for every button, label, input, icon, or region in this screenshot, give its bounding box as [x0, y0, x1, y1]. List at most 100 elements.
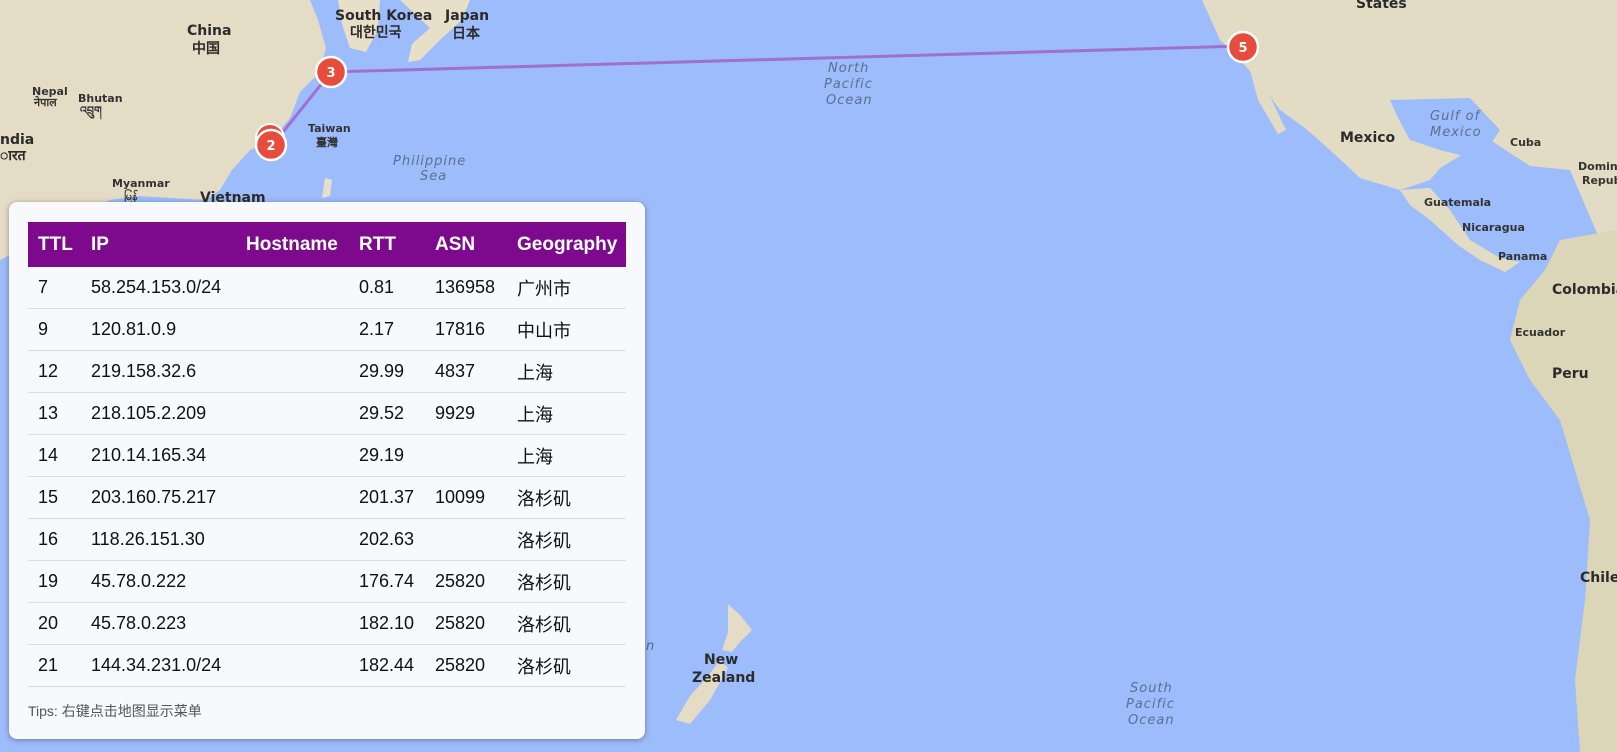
cell-asn: 4837 — [425, 350, 507, 393]
cell-rtt: 29.19 — [349, 434, 425, 477]
label-north-pacific-2: Pacific — [824, 77, 873, 92]
label-south-korea-en: South Korea — [335, 8, 432, 24]
table-row[interactable]: 13 218.105.2.209 29.52 9929 上海 — [28, 392, 626, 435]
land-south-america — [1510, 230, 1617, 752]
label-myanmar-en: Myanmar — [112, 177, 170, 190]
hop-table: TTL IP Hostname RTT ASN Geography 7 58.25… — [28, 222, 626, 687]
cell-ip: 144.34.231.0/24 — [81, 644, 236, 687]
table-row[interactable]: 7 58.254.153.0/24 0.81 136958 广州市 — [28, 267, 626, 309]
cell-hostname — [236, 267, 349, 309]
table-row[interactable]: 20 45.78.0.223 182.10 25820 洛杉矶 — [28, 602, 626, 645]
cell-asn — [425, 518, 507, 561]
cell-ttl: 21 — [28, 644, 81, 687]
cell-ttl: 19 — [28, 560, 81, 603]
cell-rtt: 202.63 — [349, 518, 425, 561]
route-marker-hop-3[interactable]: 3 — [314, 55, 348, 89]
header-ip[interactable]: IP — [81, 222, 236, 267]
label-south-pacific-2: Pacific — [1126, 697, 1175, 712]
label-colombia: Colombia — [1552, 282, 1617, 298]
header-row: TTL IP Hostname RTT ASN Geography — [28, 222, 626, 267]
cell-ip: 210.14.165.34 — [81, 434, 236, 477]
cell-hostname — [236, 602, 349, 645]
route-marker-hop-2[interactable]: 2 — [254, 123, 288, 162]
label-south-pacific-1: South — [1130, 681, 1173, 696]
header-rtt[interactable]: RTT — [349, 222, 425, 267]
cell-hostname — [236, 476, 349, 519]
table-body: 7 58.254.153.0/24 0.81 136958 广州市 9 120.81.0.9… — [28, 267, 626, 687]
cell-ip: 45.78.0.223 — [81, 602, 236, 645]
label-philippine-sea-1: Philippine — [393, 154, 466, 169]
cell-hostname — [236, 644, 349, 687]
label-chile: Chile — [1580, 570, 1617, 586]
cell-asn — [425, 434, 507, 477]
cell-geography: 洛杉矶 — [507, 560, 626, 603]
table-row[interactable]: 12 219.158.32.6 29.99 4837 上海 — [28, 350, 626, 393]
table-header: TTL IP Hostname RTT ASN Geography — [28, 222, 626, 267]
cell-hostname — [236, 308, 349, 351]
cell-geography: 中山市 — [507, 308, 626, 351]
label-mexico: Mexico — [1340, 130, 1396, 146]
label-south-korea-ko: 대한민국 — [350, 24, 402, 41]
route-marker-hop-5[interactable]: 5 — [1226, 30, 1260, 64]
cell-rtt: 0.81 — [349, 267, 425, 309]
marker-label: 3 — [326, 66, 335, 81]
label-taiwan-zh: 臺灣 — [316, 135, 338, 149]
label-peru: Peru — [1552, 366, 1589, 382]
marker-label: 5 — [1238, 41, 1247, 56]
label-japan-en: Japan — [444, 8, 489, 24]
label-south-pacific-3: Ocean — [1128, 713, 1175, 728]
cell-ttl: 16 — [28, 518, 81, 561]
table-row[interactable]: 16 118.26.151.30 202.63 洛杉矶 — [28, 518, 626, 561]
land-taiwan — [322, 178, 332, 198]
cell-hostname — [236, 560, 349, 603]
cell-ttl: 9 — [28, 308, 81, 351]
table-row[interactable]: 14 210.14.165.34 29.19 上海 — [28, 434, 626, 477]
cell-ip: 203.160.75.217 — [81, 476, 236, 519]
cell-rtt: 201.37 — [349, 476, 425, 519]
route-line — [269, 44, 1245, 149]
cell-ip: 45.78.0.222 — [81, 560, 236, 603]
label-ecuador: Ecuador — [1515, 326, 1566, 339]
label-north-pacific-1: North — [828, 61, 869, 76]
label-states: States — [1356, 0, 1407, 12]
label-north-pacific-3: Ocean — [826, 93, 873, 108]
label-new-zealand-1: New — [704, 652, 738, 668]
tips-text: Tips: 右键点击地图显示菜单 — [28, 703, 202, 719]
cell-geography: 上海 — [507, 350, 626, 393]
label-taiwan-en: Taiwan — [308, 122, 351, 135]
cell-ip: 218.105.2.209 — [81, 392, 236, 435]
label-nepal-local: नेपाल — [33, 95, 57, 109]
cell-asn: 136958 — [425, 267, 507, 309]
header-asn[interactable]: ASN — [425, 222, 507, 267]
label-fragment-n: n — [646, 639, 655, 654]
cell-rtt: 2.17 — [349, 308, 425, 351]
label-india-en: ndia — [0, 132, 34, 148]
label-dominican-2: Repub — [1582, 174, 1617, 187]
cell-hostname — [236, 392, 349, 435]
header-hostname[interactable]: Hostname — [236, 222, 349, 267]
label-philippine-sea-2: Sea — [420, 169, 447, 184]
cell-geography: 洛杉矶 — [507, 602, 626, 645]
header-ttl[interactable]: TTL — [28, 222, 81, 267]
cell-rtt: 176.74 — [349, 560, 425, 603]
cell-asn: 25820 — [425, 602, 507, 645]
label-new-zealand-2: Zealand — [692, 670, 755, 686]
label-panama: Panama — [1498, 250, 1547, 263]
label-gulf-1: Gulf of — [1430, 109, 1482, 124]
header-geography[interactable]: Geography — [507, 222, 626, 267]
table-row[interactable]: 21 144.34.231.0/24 182.44 25820 洛杉矶 — [28, 644, 626, 687]
table-row[interactable]: 9 120.81.0.9 2.17 17816 中山市 — [28, 308, 626, 351]
cell-geography: 上海 — [507, 392, 626, 435]
cell-hostname — [236, 350, 349, 393]
cell-geography: 广州市 — [507, 267, 626, 309]
cell-rtt: 182.44 — [349, 644, 425, 687]
cell-ip: 58.254.153.0/24 — [81, 267, 236, 309]
table-row[interactable]: 15 203.160.75.217 201.37 10099 洛杉矶 — [28, 476, 626, 519]
label-gulf-2: Mexico — [1430, 125, 1482, 140]
cell-asn: 25820 — [425, 560, 507, 603]
label-dominican-1: Domini — [1578, 160, 1617, 173]
cell-ttl: 20 — [28, 602, 81, 645]
table-row[interactable]: 19 45.78.0.222 176.74 25820 洛杉矶 — [28, 560, 626, 603]
cell-rtt: 29.52 — [349, 392, 425, 435]
label-india-local: ारत — [0, 148, 27, 164]
